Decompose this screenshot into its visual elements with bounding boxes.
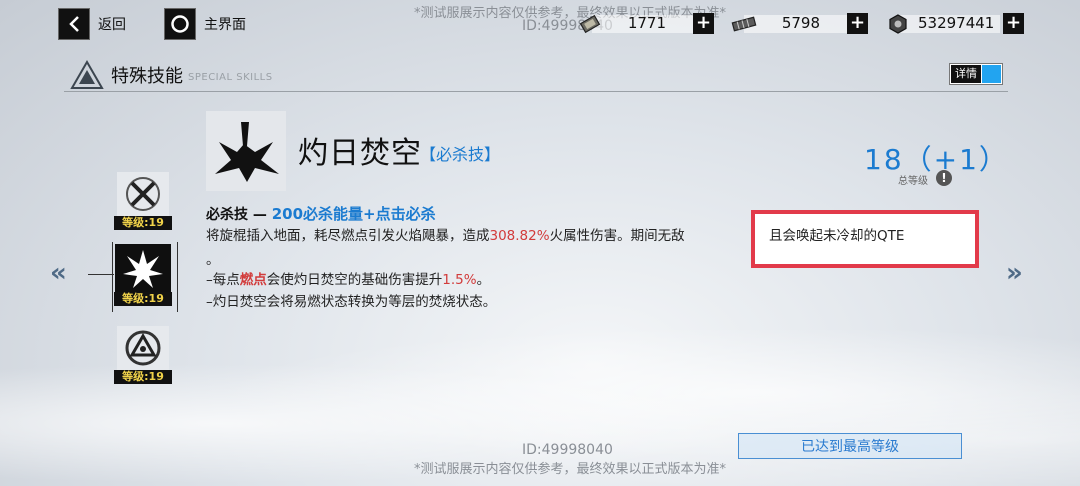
desc2-text-a: –每点 (206, 272, 240, 288)
details-toggle-knob (982, 65, 1001, 83)
back-label: 返回 (98, 17, 126, 33)
highlight-text: 且会唤起未冷却的QTE (769, 228, 905, 244)
desc1-percent: 308.82% (489, 228, 550, 244)
resource-3: 53297441 + (886, 12, 1026, 36)
desc2-percent: 1.5% (442, 272, 477, 288)
resource-3-value: 53297441 (918, 14, 995, 32)
desc1-text-a: 将旋棍插入地面，耗尽燃点引发火焰飓暴，造成 (206, 228, 490, 244)
add-resource-2-button[interactable]: + (847, 13, 868, 34)
resource-2: 5798 + (730, 12, 870, 36)
id-bottom: ID:49998040 (522, 442, 613, 458)
ticket-icon (578, 12, 602, 40)
skill-slot-3[interactable]: 等级:19 (114, 326, 172, 384)
home-circle-icon (164, 8, 196, 40)
highlight-box: 且会唤起未冷却的QTE (751, 210, 979, 268)
skill-type: 【必杀技】 (420, 145, 501, 164)
skill-desc-line-1: 将旋棍插入地面，耗尽燃点引发火焰飓暴，造成308.82%火属性伤害。期间无敌 (206, 224, 685, 248)
skill-burst-large-icon (206, 111, 286, 191)
desc2-keyword: 燃点 (239, 272, 267, 288)
desc1-text-b: 火属性伤害。期间无敌 (549, 228, 685, 244)
skill-name: 灼日焚空 (298, 136, 422, 171)
skill-level-label: 总等级 (898, 176, 928, 187)
skill-slot-1-level: 等级:19 (114, 216, 172, 230)
add-resource-3-button[interactable]: + (1003, 13, 1024, 34)
add-resource-1-button[interactable]: + (693, 13, 714, 34)
details-toggle[interactable]: 详情 (949, 63, 1003, 85)
skill-cost-line: 必杀技 — 200必杀能量+点击必杀 (206, 203, 436, 224)
skill-level-value: 18（+1） (864, 143, 1009, 176)
special-skills-emblem-icon (70, 59, 104, 94)
skill-cost-prefix: 必杀技 — (206, 207, 272, 223)
burst-icon (115, 244, 171, 292)
next-arrow-icon[interactable]: » (1006, 258, 1023, 288)
resource-1: 1771 + (578, 12, 718, 36)
watermark-bottom: *测试服展示内容仅供参考，最终效果以正式版本为准* (414, 462, 727, 477)
back-button[interactable]: 返回 (58, 8, 126, 40)
home-label: 主界面 (204, 17, 246, 33)
max-level-button[interactable]: 已达到最高等级 (738, 433, 962, 459)
triangle-ring-icon (117, 326, 169, 370)
desc2-text-b: 会使灼日焚空的基础伤害提升 (266, 272, 443, 288)
section-title: 特殊技能 (111, 66, 183, 87)
prev-arrow-icon[interactable]: « (50, 258, 67, 288)
home-button[interactable]: 主界面 (164, 8, 246, 40)
resource-1-value: 1771 (627, 14, 666, 32)
skill-slot-2-selected[interactable]: 等级:19 (114, 244, 172, 306)
skill-slot-2-level: 等级:19 (114, 292, 172, 306)
ammo-icon (730, 12, 758, 40)
details-toggle-label: 详情 (951, 65, 981, 83)
skill-desc-line-2: –每点燃点会使灼日焚空的基础伤害提升1.5%。 (206, 268, 490, 292)
skill-cost-accent: 200必杀能量+点击必杀 (271, 205, 436, 223)
selected-connector-line (88, 274, 114, 275)
crossed-blades-icon (117, 172, 169, 216)
skill-slot-1[interactable]: 等级:19 (114, 172, 172, 230)
info-icon[interactable]: ! (936, 170, 952, 186)
skill-desc-line-3: –灼日焚空会将易燃状态转换为等层的焚烧状态。 (206, 294, 497, 310)
section-divider (64, 91, 1008, 92)
desc1-end: 。 (206, 252, 220, 268)
section-subtitle: SPECIAL SKILLS (188, 72, 273, 83)
skill-slot-3-level: 等级:19 (114, 370, 172, 384)
desc2-text-c: 。 (476, 272, 491, 288)
back-arrow-icon (58, 8, 90, 40)
resource-2-value: 5798 (781, 14, 820, 32)
hex-nut-icon (886, 12, 910, 40)
